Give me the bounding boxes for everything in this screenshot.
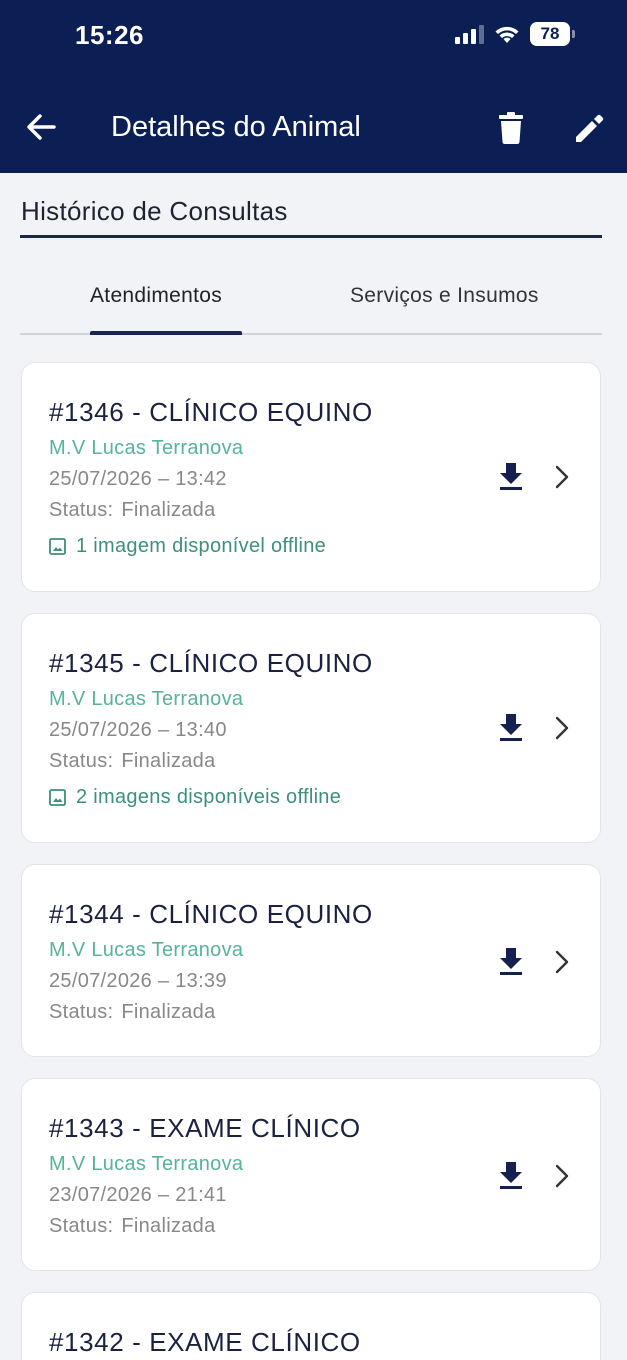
image-icon xyxy=(49,789,66,806)
offline-images-note: 2 imagens disponíveis offline xyxy=(49,786,341,809)
download-icon xyxy=(500,1162,522,1189)
status-label: Status: xyxy=(49,1001,114,1023)
status-value: Finalizada xyxy=(121,1001,216,1023)
status-label: Status: xyxy=(49,750,114,772)
status-value: Finalizada xyxy=(121,499,216,521)
download-icon xyxy=(500,714,522,741)
status-time: 15:26 xyxy=(75,20,144,50)
open-details-button[interactable] xyxy=(550,462,574,492)
consultation-status: Status: Finalizada xyxy=(49,499,216,522)
pencil-icon xyxy=(576,114,604,142)
tab-servicos-insumos[interactable]: Serviços e Insumos xyxy=(350,284,539,308)
consultation-title: #1343 - EXAME CLÍNICO xyxy=(49,1113,361,1143)
battery-icon: 78 xyxy=(530,22,575,46)
consultation-status: Status: Finalizada xyxy=(49,1001,216,1024)
consultation-datetime: 25/07/2026 – 13:42 xyxy=(49,468,227,490)
offline-images-text: 1 imagem disponível offline xyxy=(76,535,327,557)
consultation-title: #1342 - EXAME CLÍNICO xyxy=(49,1327,361,1357)
section-title: Histórico de Consultas xyxy=(21,196,288,226)
trash-icon xyxy=(499,112,523,144)
download-icon xyxy=(500,948,522,975)
consultation-datetime: 23/07/2026 – 21:41 xyxy=(49,1184,227,1206)
tab-atendimentos[interactable]: Atendimentos xyxy=(90,284,222,308)
chevron-right-icon xyxy=(555,950,569,974)
delete-button[interactable] xyxy=(494,109,528,147)
back-button[interactable] xyxy=(22,108,60,146)
tab-bar: Atendimentos Serviços e Insumos xyxy=(20,270,602,335)
chevron-right-icon xyxy=(555,465,569,489)
offline-images-text: 2 imagens disponíveis offline xyxy=(76,786,342,808)
veterinarian-name: M.V Lucas Terranova xyxy=(49,1153,244,1175)
veterinarian-name: M.V Lucas Terranova xyxy=(49,437,244,459)
download-button[interactable] xyxy=(496,1158,526,1192)
status-label: Status: xyxy=(49,1215,114,1237)
edit-button[interactable] xyxy=(569,109,609,149)
page-title: Detalhes do Animal xyxy=(111,111,361,143)
section-underline xyxy=(20,235,602,238)
arrow-left-icon xyxy=(27,114,56,140)
status-icons: 78 xyxy=(455,22,575,46)
active-tab-indicator xyxy=(90,331,242,335)
veterinarian-name: M.V Lucas Terranova xyxy=(49,688,244,710)
consultation-title: #1346 - CLÍNICO EQUINO xyxy=(49,397,373,427)
wifi-icon xyxy=(495,26,519,43)
consultation-title: #1344 - CLÍNICO EQUINO xyxy=(49,899,373,929)
download-icon xyxy=(500,463,522,490)
chevron-right-icon xyxy=(555,1164,569,1188)
open-details-button[interactable] xyxy=(550,947,574,977)
consultation-status: Status: Finalizada xyxy=(49,750,216,773)
download-button[interactable] xyxy=(496,459,526,493)
image-icon xyxy=(49,538,66,555)
consultation-datetime: 25/07/2026 – 13:39 xyxy=(49,970,227,992)
consultation-card[interactable]: #1345 - CLÍNICO EQUINO M.V Lucas Terrano… xyxy=(21,613,601,843)
consultation-title: #1345 - CLÍNICO EQUINO xyxy=(49,648,373,678)
download-button[interactable] xyxy=(496,710,526,744)
cellular-signal-icon xyxy=(455,24,484,44)
consultation-card[interactable]: #1343 - EXAME CLÍNICO M.V Lucas Terranov… xyxy=(21,1078,601,1271)
battery-level: 78 xyxy=(530,22,570,46)
consultation-card[interactable]: #1342 - EXAME CLÍNICO xyxy=(21,1292,601,1360)
chevron-right-icon xyxy=(555,716,569,740)
consultation-status: Status: Finalizada xyxy=(49,1215,216,1238)
app-header: 15:26 78 Detalhes do Animal xyxy=(0,0,627,173)
open-details-button[interactable] xyxy=(550,713,574,743)
veterinarian-name: M.V Lucas Terranova xyxy=(49,939,244,961)
status-label: Status: xyxy=(49,499,114,521)
consultation-card[interactable]: #1346 - CLÍNICO EQUINO M.V Lucas Terrano… xyxy=(21,362,601,592)
consultation-card[interactable]: #1344 - CLÍNICO EQUINO M.V Lucas Terrano… xyxy=(21,864,601,1057)
consultation-datetime: 25/07/2026 – 13:40 xyxy=(49,719,227,741)
download-button[interactable] xyxy=(496,944,526,978)
status-value: Finalizada xyxy=(121,750,216,772)
offline-images-note: 1 imagem disponível offline xyxy=(49,535,326,558)
status-value: Finalizada xyxy=(121,1215,216,1237)
open-details-button[interactable] xyxy=(550,1161,574,1191)
